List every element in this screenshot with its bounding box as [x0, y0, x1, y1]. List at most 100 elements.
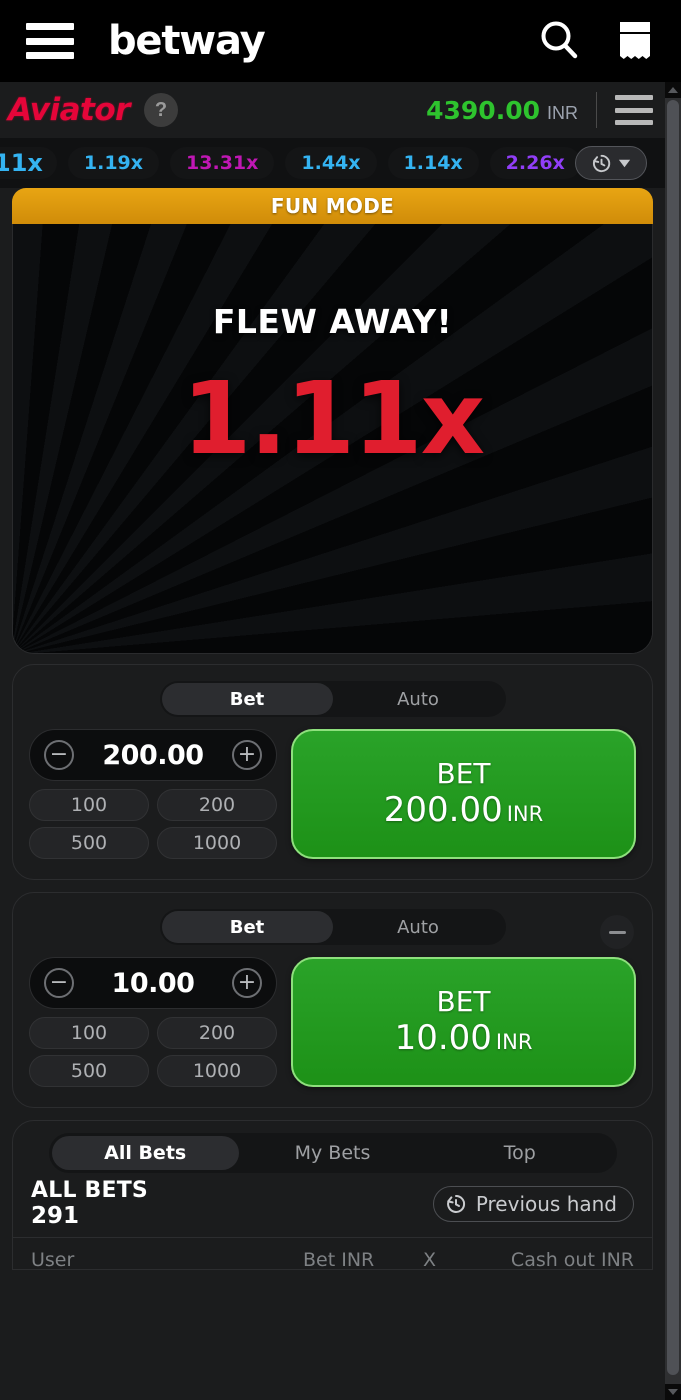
- tab-bet[interactable]: Bet: [161, 683, 333, 715]
- bet-panel-body: −10.00 +100 200 500 1000 BET 10.00 INR: [29, 957, 636, 1087]
- history-clock-icon: [592, 154, 611, 172]
- chevron-up-icon: [668, 87, 678, 93]
- scrollbar-up-arrow[interactable]: [665, 82, 681, 98]
- history-chip[interactable]: 1.44x: [285, 147, 377, 179]
- tab-auto[interactable]: Auto: [333, 683, 504, 715]
- bets-tab-switch[interactable]: All Bets My Bets Top: [48, 1133, 617, 1173]
- quick-amount-grid: 100 200 500 1000: [29, 1017, 277, 1087]
- quick-amount-button[interactable]: 500: [29, 827, 149, 859]
- decrease-stake-button[interactable]: −: [44, 968, 74, 998]
- quick-amount-button[interactable]: 500: [29, 1055, 149, 1087]
- chevron-down-icon: [618, 159, 631, 167]
- game-menu-icon[interactable]: [615, 95, 653, 125]
- column-cashout: Cash out INR: [510, 1248, 634, 1270]
- history-chip[interactable]: 2.26x: [489, 147, 581, 179]
- bets-section: All Bets My Bets Top ALL BETS 291 Previous…: [12, 1120, 653, 1270]
- scrollbar-down-arrow[interactable]: [665, 1384, 681, 1400]
- canvas-content: FLEW AWAY! 1.11x: [13, 224, 652, 653]
- place-bet-button[interactable]: BET 200.00 INR: [291, 729, 636, 859]
- bet-button-amount: 10.00: [394, 1017, 492, 1058]
- main-menu-icon[interactable]: [26, 23, 74, 59]
- game-status-text: FLEW AWAY!: [212, 302, 453, 341]
- multiplier-history-strip: 11x 1.19x 13.31x 1.44x 1.14x 2.26x: [0, 138, 665, 188]
- history-clock-icon: [446, 1195, 465, 1214]
- bet-button-currency: INR: [495, 1029, 533, 1054]
- history-chip[interactable]: 13.31x: [170, 147, 275, 179]
- quick-amount-button[interactable]: 100: [29, 789, 149, 821]
- betway-logo[interactable]: betway: [108, 21, 266, 61]
- bets-tab[interactable]: All Bets: [51, 1136, 239, 1170]
- menu-line: [615, 95, 653, 100]
- betslip-icon[interactable]: [615, 18, 655, 64]
- quick-amount-grid: 100 200 500 1000: [29, 789, 277, 859]
- fun-mode-banner: FUN MODE: [12, 188, 653, 224]
- bets-column-header: User Bet INR X Cash out INR: [13, 1237, 652, 1270]
- quick-amount-button[interactable]: 1000: [157, 1055, 277, 1087]
- all-bets-count: 291: [31, 1202, 80, 1229]
- increase-stake-button[interactable]: +: [232, 968, 262, 998]
- aviator-header: Aviator ? 4390.00 INR: [0, 82, 665, 138]
- bet-button-amount: 200.00: [383, 789, 503, 830]
- history-chip[interactable]: 11x: [0, 147, 57, 179]
- history-chip[interactable]: 1.19x: [67, 147, 160, 179]
- column-multiplier: X: [423, 1248, 437, 1270]
- bet-panel-body: −200.00 +100 200 500 1000 BET 200.00 INR: [29, 729, 636, 859]
- help-icon[interactable]: ?: [143, 93, 178, 127]
- stake-column: − 10.00 +100 200 500 1000: [29, 957, 277, 1087]
- vertical-scrollbar[interactable]: [665, 82, 681, 1400]
- increase-stake-button[interactable]: +: [231, 740, 262, 770]
- history-chip[interactable]: 1.14x: [387, 147, 479, 179]
- multiplier-history-track[interactable]: 11x 1.19x 13.31x 1.44x 1.14x 2.26x: [0, 147, 581, 179]
- bet-panel: Bet Auto −10.00 +100 200 500 1000 BET 10.00 INR: [12, 892, 653, 1108]
- bets-header: ALL BETS 291 Previous hand: [13, 1173, 652, 1237]
- stake-input[interactable]: 200.00: [102, 740, 204, 771]
- burger-line: [26, 52, 74, 59]
- menu-line: [615, 107, 653, 113]
- search-icon[interactable]: [537, 18, 583, 64]
- burger-line: [26, 23, 74, 30]
- minus-icon: [608, 930, 626, 934]
- place-bet-button[interactable]: BET 10.00 INR: [291, 957, 636, 1087]
- column-bet: Bet INR: [303, 1248, 375, 1270]
- bet-button-currency: INR: [506, 801, 544, 826]
- bet-auto-switch[interactable]: Bet Auto: [159, 909, 506, 945]
- history-toggle-button[interactable]: [575, 146, 647, 180]
- decrease-stake-button[interactable]: −: [44, 740, 74, 770]
- quick-amount-button[interactable]: 1000: [157, 827, 277, 859]
- tab-bet[interactable]: Bet: [161, 911, 333, 943]
- balance-currency: INR: [547, 102, 578, 123]
- previous-hand-label: Previous hand: [475, 1192, 617, 1217]
- game-canvas: FLEW AWAY! 1.11x: [12, 224, 653, 654]
- previous-hand-button[interactable]: Previous hand: [432, 1186, 634, 1223]
- aviator-logo: Aviator: [8, 91, 130, 128]
- stake-stepper: −200.00 +: [29, 729, 277, 781]
- bet-panels-container: Bet Auto −200.00 +100 200 500 1000 BET 200.00 INR…: [0, 654, 665, 1108]
- stake-stepper: − 10.00 +: [29, 957, 277, 1009]
- quick-amount-button[interactable]: 100: [29, 1017, 149, 1049]
- stake-input[interactable]: 10.00: [112, 968, 195, 999]
- tab-auto[interactable]: Auto: [333, 911, 504, 943]
- quick-amount-button[interactable]: 200: [157, 1017, 277, 1049]
- column-user: User: [31, 1248, 75, 1270]
- bet-panel: Bet Auto −200.00 +100 200 500 1000 BET 200.00 INR: [12, 664, 653, 880]
- balance-amount: 4390.00: [426, 95, 540, 125]
- quick-amount-button[interactable]: 200: [157, 789, 277, 821]
- burger-line: [26, 37, 74, 45]
- menu-line: [615, 120, 653, 125]
- betway-top-bar: betway: [0, 0, 681, 82]
- collapse-panel-button[interactable]: [600, 915, 634, 949]
- bet-button-amount-row: 10.00 INR: [394, 1017, 533, 1058]
- balance-display: 4390.00 INR: [426, 96, 578, 125]
- bets-tab[interactable]: My Bets: [239, 1136, 426, 1170]
- aviator-game-shell: Aviator ? 4390.00 INR 11x 1.19x 13.31x 1.44…: [0, 82, 681, 1400]
- all-bets-counter: ALL BETS 291: [31, 1178, 148, 1229]
- divider: [596, 92, 597, 128]
- bets-tab[interactable]: Top: [426, 1136, 613, 1170]
- bet-button-label: BET: [436, 985, 491, 1019]
- bet-button-label: BET: [436, 757, 491, 791]
- stake-column: −200.00 +100 200 500 1000: [29, 729, 277, 859]
- chevron-down-icon: [668, 1389, 678, 1395]
- bet-auto-switch[interactable]: Bet Auto: [159, 681, 506, 717]
- scrollbar-thumb[interactable]: [667, 100, 679, 1375]
- aviator-scroll-region: Aviator ? 4390.00 INR 11x 1.19x 13.31x 1.44…: [0, 82, 665, 1400]
